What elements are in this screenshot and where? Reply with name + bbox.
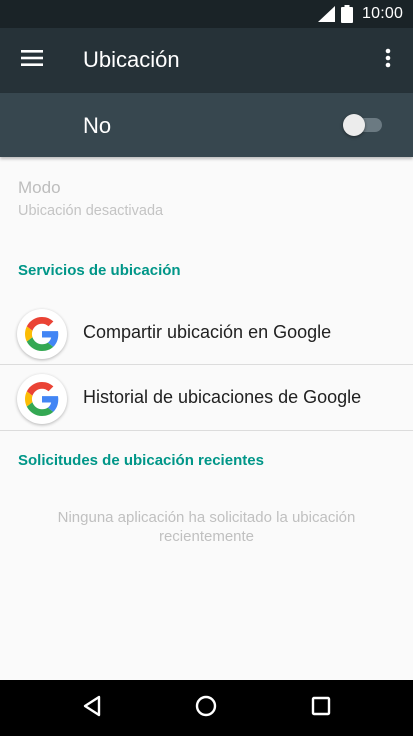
menu-icon	[21, 49, 43, 71]
google-icon	[17, 374, 67, 424]
menu-button[interactable]	[12, 42, 52, 78]
app-bar: Ubicación	[0, 28, 413, 93]
system-navigation-bar	[0, 680, 413, 736]
list-item-label: Compartir ubicación en Google	[83, 322, 332, 342]
battery-icon	[341, 5, 353, 28]
home-button[interactable]	[189, 692, 223, 724]
location-settings-screen: 10:00 Ubicación No Modo Ubicación desact…	[0, 0, 413, 736]
home-icon	[195, 695, 217, 722]
location-services-header: Servicios de ubicación	[18, 262, 181, 279]
list-item-share-location[interactable]: Compartir ubicación en Google	[0, 300, 413, 365]
mode-title: Modo	[18, 178, 61, 197]
google-icon	[17, 309, 67, 359]
page-title: Ubicación	[83, 47, 180, 72]
recents-icon	[311, 696, 331, 721]
master-switch-label: No	[83, 113, 112, 138]
back-button[interactable]	[75, 692, 109, 724]
empty-recent-requests-message: Ninguna aplicación ha solicitado la ubic…	[57, 509, 356, 545]
location-master-switch-bar[interactable]: No	[0, 93, 413, 157]
recents-button[interactable]	[304, 692, 338, 724]
more-vert-icon	[385, 48, 391, 73]
back-icon	[82, 695, 102, 722]
signal-icon	[318, 6, 336, 27]
mode-summary: Ubicación desactivada	[18, 203, 164, 219]
divider	[0, 430, 413, 431]
list-item-location-history[interactable]: Historial de ubicaciones de Google	[0, 365, 413, 430]
recent-requests-header: Solicitudes de ubicación recientes	[18, 452, 264, 469]
status-time: 10:00	[362, 5, 404, 22]
location-toggle[interactable]	[343, 114, 383, 136]
more-options-button[interactable]	[372, 42, 404, 78]
list-item-label: Historial de ubicaciones de Google	[83, 387, 362, 407]
status-bar: 10:00	[0, 0, 413, 28]
toggle-thumb	[343, 114, 365, 136]
